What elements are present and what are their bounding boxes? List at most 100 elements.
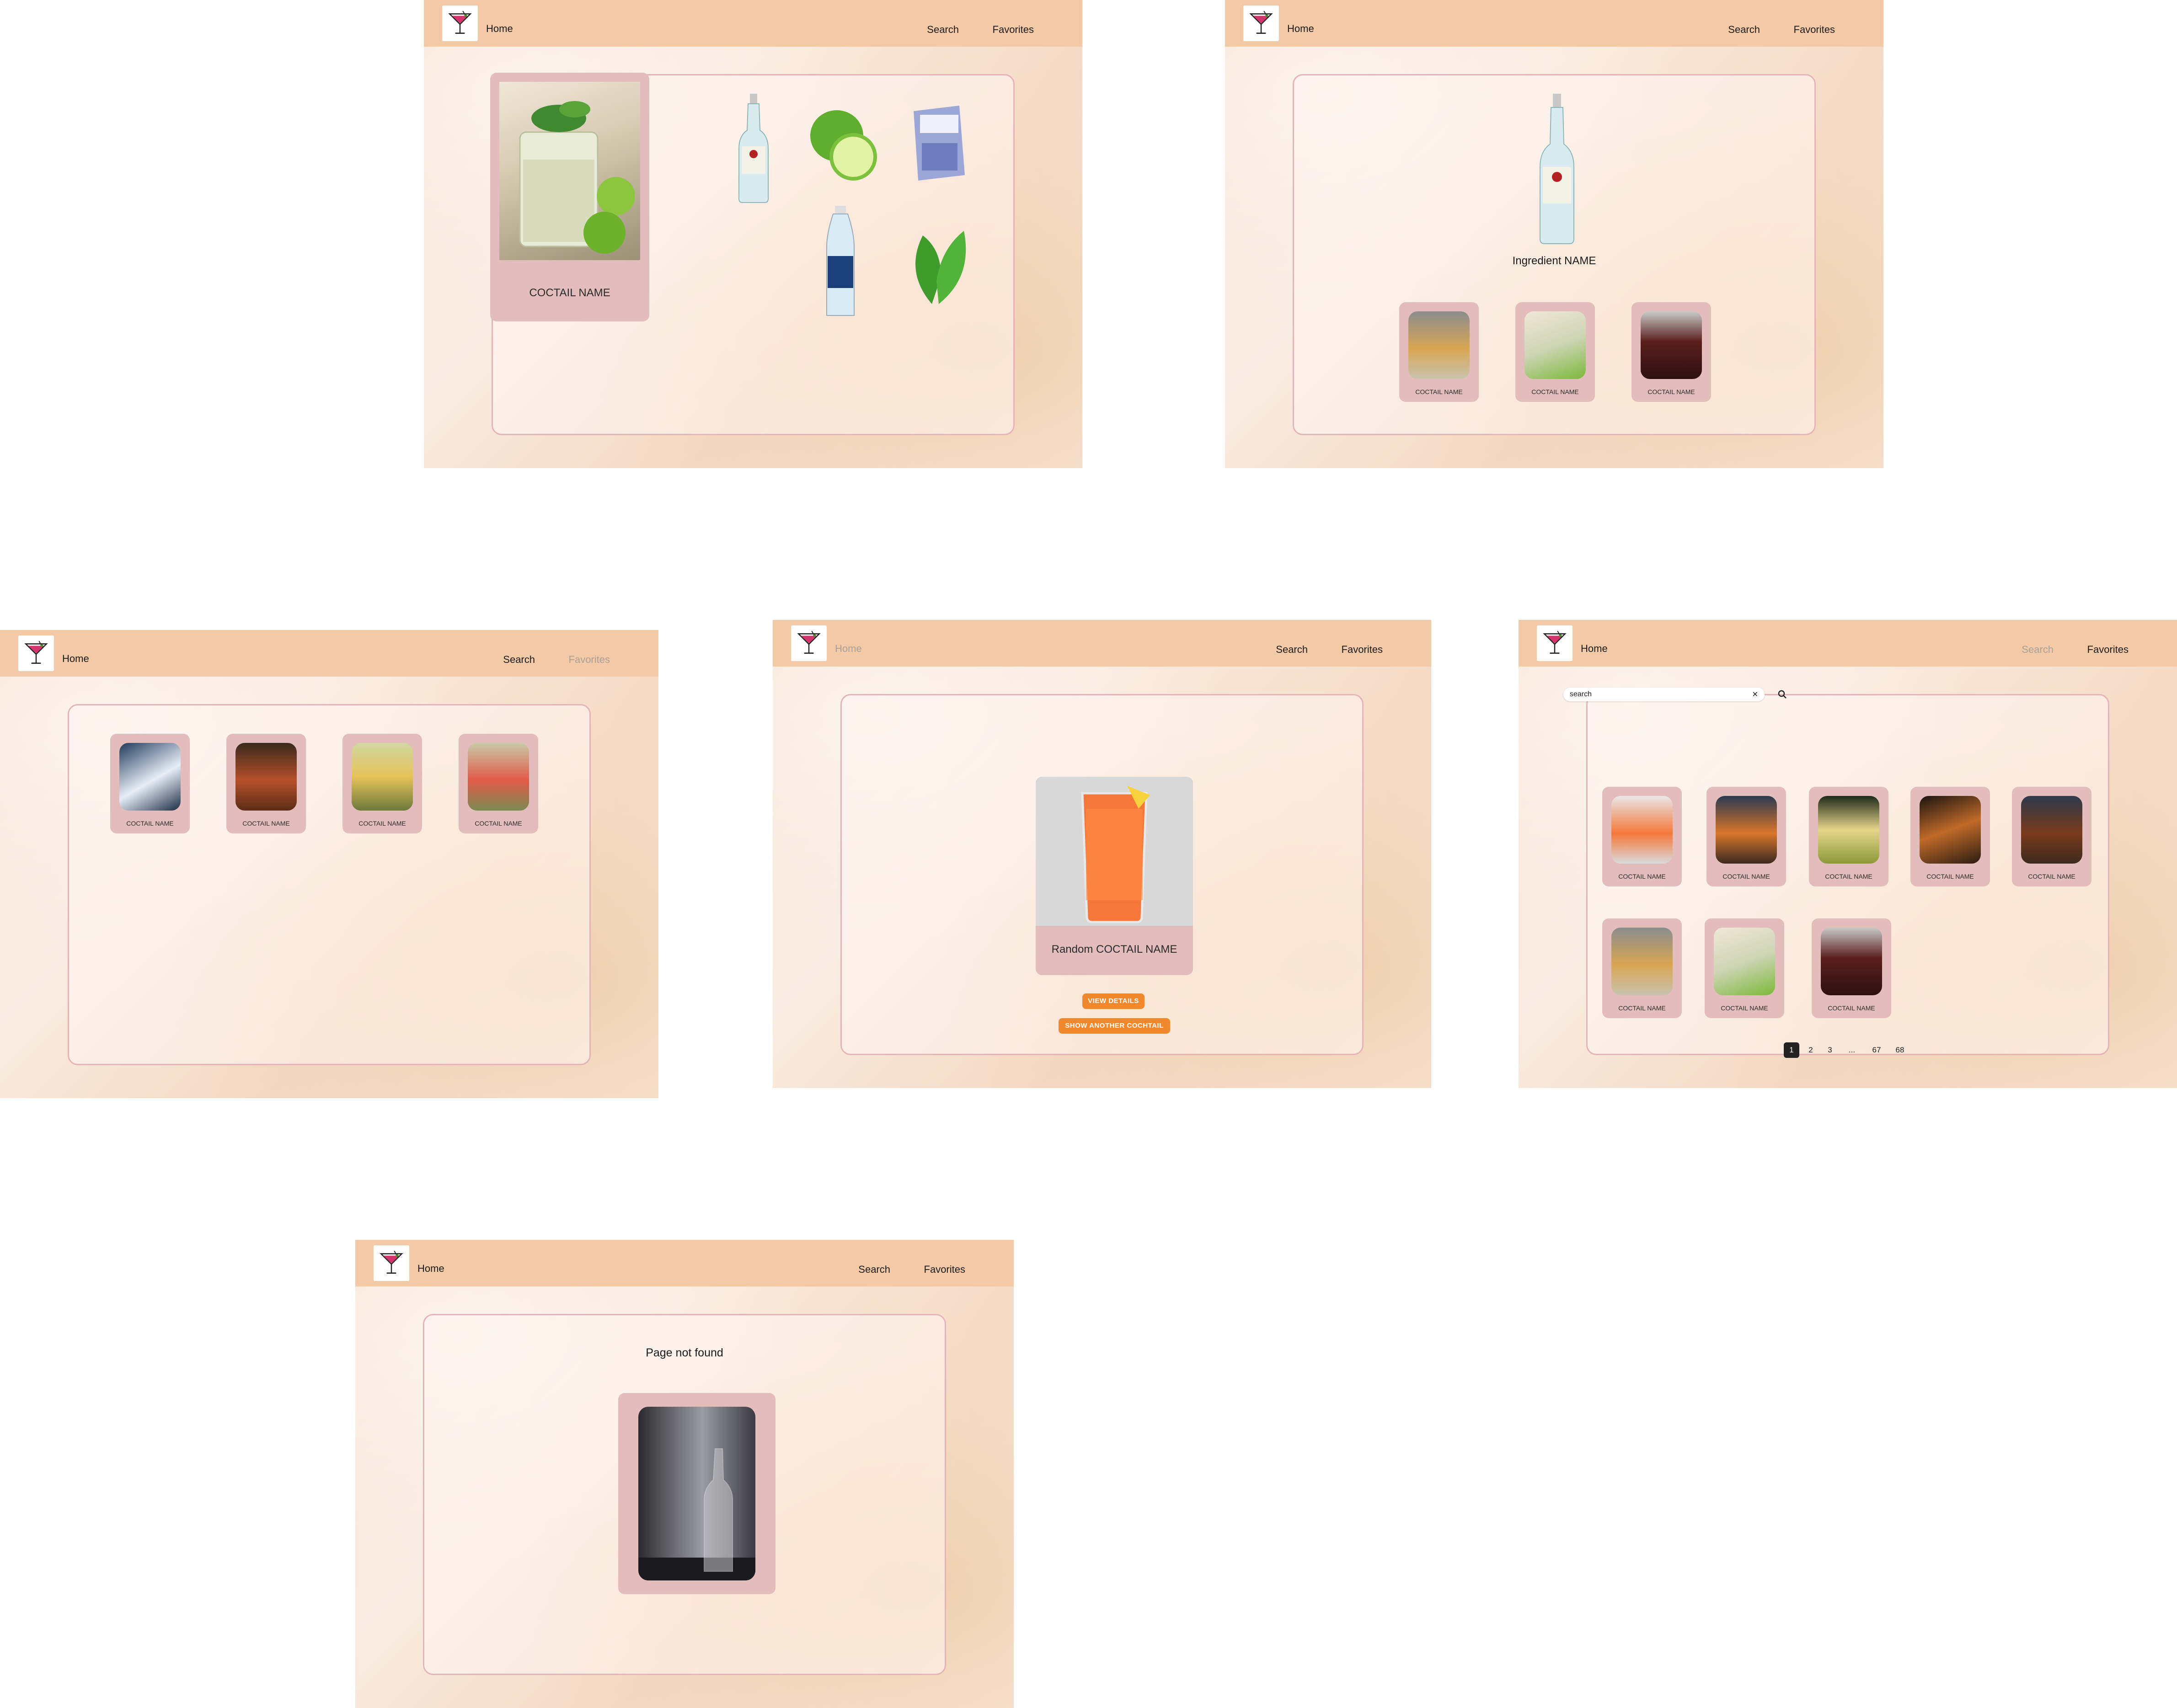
cocktail-logo-icon[interactable] <box>442 5 478 41</box>
cocktail-card[interactable]: COCTAIL NAME <box>1705 918 1784 1018</box>
cocktail-card[interactable]: COCTAIL NAME <box>226 734 306 833</box>
nav-search-link[interactable]: Search <box>1276 644 1308 656</box>
ingredient-name: Ingredient NAME <box>1512 255 1596 267</box>
cocktail-name: COCTAIL NAME <box>126 820 174 827</box>
page-2[interactable]: 2 <box>1803 1042 1819 1058</box>
nav-favorites-link[interactable]: Favorites <box>993 24 1034 36</box>
cocktail-card[interactable]: COCTAIL NAME <box>1809 787 1888 886</box>
nav-home-link[interactable]: Home <box>1287 23 1314 35</box>
screen-cocktail-detail: Home Search Favorites COCTAIL NAME <box>424 0 1082 468</box>
cocktail-name: COCTAIL NAME <box>1721 1004 1768 1012</box>
random-cocktail-card[interactable]: Random COCTAIL NAME <box>1036 777 1193 975</box>
content-panel: Page not found <box>423 1314 946 1675</box>
lime-image <box>810 110 877 181</box>
cocktail-name: COCTAIL NAME <box>2028 873 2075 880</box>
page-67[interactable]: 67 <box>1869 1042 1884 1058</box>
search-icon[interactable] <box>1777 689 1787 699</box>
cocktail-card[interactable]: COCTAIL NAME <box>1910 787 1990 886</box>
cocktail-card[interactable]: COCTAIL NAME <box>1631 302 1711 402</box>
cocktail-image <box>119 743 181 811</box>
page-68[interactable]: 68 <box>1892 1042 1908 1058</box>
cocktail-image <box>2021 796 2082 864</box>
cocktail-card[interactable]: COCTAIL NAME <box>1399 302 1479 402</box>
show-another-cocktail-button[interactable]: SHOW ANOTHER COCHTAIL <box>1059 1018 1170 1034</box>
cocktail-image <box>1818 796 1879 864</box>
cocktail-card[interactable]: COCTAIL NAME <box>342 734 422 833</box>
cocktail-image <box>1611 928 1673 995</box>
cocktail-image <box>468 743 529 811</box>
close-icon[interactable]: ✕ <box>1752 690 1758 699</box>
cocktail-card[interactable]: COCTAIL NAME <box>459 734 538 833</box>
nav-favorites-link[interactable]: Favorites <box>924 1264 965 1276</box>
search-input[interactable]: search <box>1570 690 1592 699</box>
not-found-card <box>618 1393 776 1594</box>
nav-search-link[interactable]: Search <box>503 654 535 666</box>
rum-bottle-image <box>738 94 769 203</box>
page-1[interactable]: 1 <box>1784 1042 1799 1058</box>
cocktail-image <box>1408 311 1470 379</box>
cocktail-card[interactable]: COCTAIL NAME <box>1706 787 1786 886</box>
cocktail-image <box>1821 928 1882 995</box>
cocktail-card[interactable]: COCTAIL NAME <box>110 734 190 833</box>
not-found-message: Page not found <box>646 1346 723 1359</box>
nav-favorites-link[interactable]: Favorites <box>2087 644 2129 656</box>
nav-search-link[interactable]: Search <box>927 24 959 36</box>
cocktail-name: COCTAIL NAME <box>1531 388 1579 395</box>
cocktail-card[interactable]: COCTAIL NAME <box>2012 787 2091 886</box>
cocktail-logo-icon[interactable] <box>374 1245 409 1281</box>
content-panel: COCTAIL NAME COCTAIL NAME COCTAIL NAME C… <box>1586 694 2109 1055</box>
cocktail-card[interactable]: COCTAIL NAME <box>1602 787 1682 886</box>
sugar-box-image <box>914 106 965 181</box>
search-field[interactable]: search ✕ <box>1563 688 1765 701</box>
soda-bottle-image <box>826 206 855 316</box>
cocktail-logo-icon[interactable] <box>1537 625 1573 661</box>
cocktail-name: COCTAIL NAME <box>1825 873 1872 880</box>
navbar: Home Search Favorites <box>424 0 1082 47</box>
page-3[interactable]: 3 <box>1822 1042 1838 1058</box>
nav-favorites-link[interactable]: Favorites <box>1794 24 1835 36</box>
nav-favorites-link[interactable]: Favorites <box>569 654 610 666</box>
content-panel: COCTAIL NAME COCTAIL NAME COCTAIL NAME C… <box>68 704 591 1065</box>
cocktail-name: COCTAIL NAME <box>1618 873 1666 880</box>
nav-favorites-link[interactable]: Favorites <box>1342 644 1383 656</box>
cocktail-name: COCTAIL NAME <box>529 287 610 299</box>
navbar: Home Search Favorites <box>773 620 1431 667</box>
cocktail-name: COCTAIL NAME <box>475 820 522 827</box>
page-ellipsis: ... <box>1848 1046 1856 1054</box>
cocktail-name: COCTAIL NAME <box>1722 873 1770 880</box>
screen-random: Home Search Favorites Random COCTAIL NAM… <box>773 620 1431 1088</box>
navbar: Home Search Favorites <box>1225 0 1883 47</box>
cocktail-image <box>1716 796 1777 864</box>
cocktail-name: COCTAIL NAME <box>1828 1004 1875 1012</box>
nav-search-link[interactable]: Search <box>858 1264 890 1276</box>
nav-home-link[interactable]: Home <box>62 653 89 665</box>
mint-leaves-image <box>915 231 966 304</box>
cocktail-logo-icon[interactable] <box>1243 5 1279 41</box>
nav-home-link[interactable]: Home <box>1581 643 1608 655</box>
nav-home-link[interactable]: Home <box>417 1263 444 1275</box>
ingredient-bottle-image <box>1540 94 1574 244</box>
cocktail-name: COCTAIL NAME <box>242 820 290 827</box>
screen-not-found: Home Search Favorites Page not found <box>355 1240 1014 1708</box>
view-details-button[interactable]: VIEW DETAILS <box>1082 993 1145 1009</box>
nav-search-link[interactable]: Search <box>1728 24 1760 36</box>
content-panel: COCTAIL NAME <box>490 73 1015 435</box>
empty-bottle-image <box>638 1407 755 1580</box>
nav-home-link[interactable]: Home <box>835 643 862 655</box>
cocktail-card[interactable]: COCTAIL NAME <box>1602 918 1682 1018</box>
cocktail-logo-icon[interactable] <box>18 635 54 671</box>
cocktail-name: COCTAIL NAME <box>1926 873 1974 880</box>
cocktail-logo-icon[interactable] <box>791 625 827 661</box>
cocktail-card[interactable]: COCTAIL NAME <box>1515 302 1595 402</box>
cocktail-card[interactable]: COCTAIL NAME <box>1812 918 1891 1018</box>
navbar: Home Search Favorites <box>1519 620 2177 667</box>
cocktail-card[interactable]: COCTAIL NAME <box>490 73 649 321</box>
cocktail-image <box>1524 311 1586 379</box>
cocktail-name: COCTAIL NAME <box>1618 1004 1666 1012</box>
navbar: Home Search Favorites <box>355 1240 1014 1286</box>
random-cocktail-name: Random COCTAIL NAME <box>1051 943 1177 955</box>
nav-home-link[interactable]: Home <box>486 23 513 35</box>
cocktail-image <box>1641 311 1702 379</box>
nav-search-link[interactable]: Search <box>2022 644 2054 656</box>
content-panel: Random COCTAIL NAME VIEW DETAILS SHOW AN… <box>840 694 1364 1055</box>
